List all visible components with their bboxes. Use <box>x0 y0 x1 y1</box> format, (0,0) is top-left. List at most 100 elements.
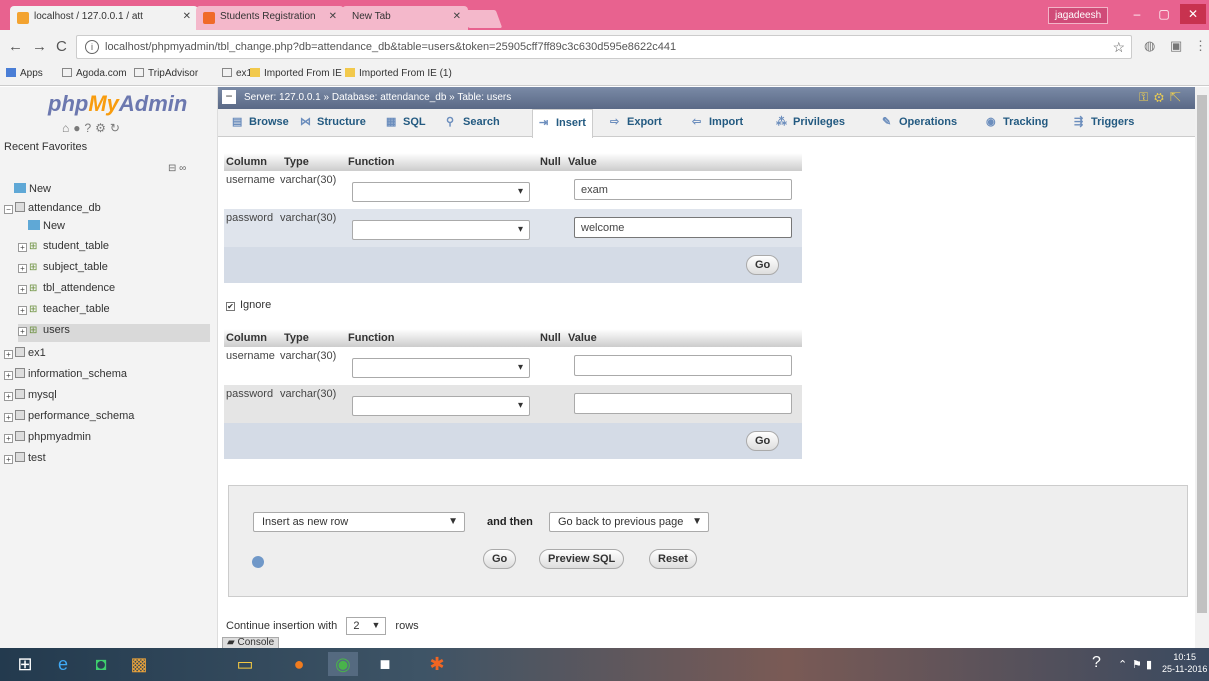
tree-item-information-schema[interactable]: + information_schema <box>4 368 127 386</box>
value-input[interactable]: welcome <box>574 217 792 238</box>
minimize-icon[interactable]: – <box>1124 4 1150 24</box>
xampp-icon[interactable]: ✱ <box>422 652 452 676</box>
insert-mode-select[interactable]: Insert as new row ▼ <box>253 512 465 532</box>
forward-arrow-icon[interactable]: → <box>32 38 47 55</box>
tree-item-student-table[interactable]: + ⊞ student_table <box>18 240 109 258</box>
function-select[interactable] <box>352 220 530 240</box>
collapse-link-icon[interactable]: ⊟ ∞ <box>168 163 186 174</box>
browser-tab-students[interactable]: Students Registration ✕ <box>196 6 344 30</box>
expand-icon[interactable]: + <box>18 327 27 336</box>
back-arrow-icon[interactable]: ← <box>8 38 23 55</box>
store-icon[interactable]: ◘ <box>86 652 116 676</box>
tree-item-test[interactable]: + test <box>4 452 46 470</box>
terminal-icon[interactable]: ■ <box>370 652 400 676</box>
expand-icon[interactable]: + <box>18 264 27 273</box>
rows-count-select[interactable]: 2 ▼ <box>346 617 387 635</box>
preview-sql-button[interactable]: Preview SQL <box>539 549 625 569</box>
phpmyadmin-logo[interactable]: phpMyAdmin <box>48 91 187 117</box>
tree-item-teacher-table[interactable]: + ⊞ teacher_table <box>18 303 110 321</box>
tab-sql[interactable]: ▦ SQL <box>386 115 426 128</box>
bookmark-imported-ie-1[interactable]: Imported From IE (1) <box>345 68 452 79</box>
bookmark-star-icon[interactable]: ☆ <box>1112 39 1125 56</box>
expand-icon[interactable]: + <box>4 392 13 401</box>
close-tab-icon[interactable]: ✕ <box>329 11 337 22</box>
browser-tab-phpmyadmin[interactable]: localhost / 127.0.0.1 / att ✕ <box>10 6 198 30</box>
expand-icon[interactable]: + <box>4 434 13 443</box>
file-explorer-icon[interactable]: ▭ <box>230 652 260 676</box>
close-tab-icon[interactable]: ✕ <box>183 11 191 22</box>
tab-browse[interactable]: ▤ Browse <box>232 115 289 128</box>
scrollbar-thumb[interactable] <box>1197 95 1207 613</box>
tab-operations[interactable]: ✎ Operations <box>882 115 957 128</box>
tree-item-phpmyadmin[interactable]: + phpmyadmin <box>4 431 91 449</box>
tab-tracking[interactable]: ◉ Tracking <box>986 115 1048 128</box>
tab-search[interactable]: ⚲ Search <box>446 115 500 128</box>
expand-icon[interactable]: + <box>4 455 13 464</box>
tray-chevron-icon[interactable]: ⌃ <box>1118 658 1127 671</box>
function-select[interactable] <box>352 182 530 202</box>
breadcrumb-table[interactable]: Table: users <box>457 92 511 103</box>
bookmark-apps[interactable]: Apps <box>6 68 43 79</box>
close-window-icon[interactable]: ✕ <box>1180 4 1206 24</box>
function-select[interactable] <box>352 396 530 416</box>
tab-export[interactable]: ⇨ Export <box>610 115 662 128</box>
tree-item-mysql[interactable]: + mysql <box>4 389 57 407</box>
help-tray-icon[interactable]: ? <box>1092 654 1101 672</box>
ignore-checkbox[interactable]: ✔ Ignore <box>226 299 271 311</box>
tab-insert[interactable]: ⇥ Insert <box>532 109 593 138</box>
network-icon[interactable]: ▮ <box>1146 658 1152 671</box>
internet-explorer-icon[interactable]: e <box>48 652 78 676</box>
info-icon[interactable]: i <box>85 40 99 54</box>
menu-kebab-icon[interactable]: ⋮ <box>1194 38 1207 54</box>
new-tab-button[interactable] <box>461 10 503 28</box>
tree-item-ex1[interactable]: + ex1 <box>4 347 46 365</box>
after-insert-select[interactable]: Go back to previous page ▼ <box>549 512 709 532</box>
browser-tab-newtab[interactable]: New Tab ✕ <box>342 6 468 30</box>
value-input[interactable] <box>574 355 792 376</box>
expand-icon[interactable]: + <box>4 350 13 359</box>
chrome-icon[interactable]: ◉ <box>328 652 358 676</box>
tab-privileges[interactable]: ⁂ Privileges <box>776 115 845 128</box>
profile-badge[interactable]: jagadeesh <box>1048 7 1109 24</box>
maximize-icon[interactable]: ▢ <box>1151 4 1177 24</box>
bookmark-ex1[interactable]: ex1 <box>222 68 252 79</box>
settings-icon[interactable]: ⚿⚙⇱ <box>1139 90 1187 105</box>
tab-structure[interactable]: ⋈ Structure <box>300 115 366 128</box>
reset-button[interactable]: Reset <box>649 549 697 569</box>
value-input[interactable] <box>574 393 792 414</box>
taskbar-clock[interactable]: 10:15 25-11-2016 <box>1162 651 1207 675</box>
cast-icon[interactable]: ▣ <box>1170 38 1182 54</box>
go-button[interactable]: Go <box>746 255 780 275</box>
function-select[interactable] <box>352 358 530 378</box>
value-input[interactable]: exam <box>574 179 792 200</box>
breadcrumb-database[interactable]: Database: attendance_db <box>332 92 447 103</box>
tab-import[interactable]: ⇦ Import <box>692 115 743 128</box>
go-button[interactable]: Go <box>746 431 780 451</box>
expand-icon[interactable]: + <box>18 306 27 315</box>
tree-item-attendance-db[interactable]: − attendance_db <box>4 202 101 220</box>
tree-item-new-db[interactable]: New <box>14 183 51 201</box>
firefox-icon[interactable]: ● <box>284 652 314 676</box>
bookmark-agoda[interactable]: Agoda.com <box>62 68 127 79</box>
bookmark-imported-ie[interactable]: Imported From IE <box>250 68 342 79</box>
windows-start-icon[interactable]: ⊞ <box>10 652 40 676</box>
nav-shortcut-icons[interactable]: ⌂●?⚙↻ <box>62 121 124 135</box>
tree-item-tbl-attendence[interactable]: + ⊞ tbl_attendence <box>18 282 115 300</box>
reload-icon[interactable]: C <box>56 38 67 55</box>
close-tab-icon[interactable]: ✕ <box>453 11 461 22</box>
recent-favorites-tabs[interactable]: Recent Favorites <box>4 141 87 153</box>
bookmark-tripadvisor[interactable]: TripAdvisor <box>134 68 198 79</box>
expand-icon[interactable]: + <box>18 243 27 252</box>
tree-item-performance-schema[interactable]: + performance_schema <box>4 410 134 428</box>
tree-item-users[interactable]: + ⊞ users <box>18 324 210 342</box>
address-bar[interactable]: i localhost/phpmyadmin/tbl_change.php?db… <box>76 35 1132 59</box>
page-scrollbar[interactable] <box>1195 87 1209 648</box>
extension-icon[interactable]: ◍ <box>1144 38 1155 54</box>
tab-triggers[interactable]: ⇶ Triggers <box>1074 115 1134 128</box>
flag-icon[interactable]: ⚑ <box>1132 658 1142 671</box>
expand-icon[interactable]: + <box>4 413 13 422</box>
expand-icon[interactable]: + <box>18 285 27 294</box>
help-icon[interactable] <box>252 556 264 568</box>
collapse-icon[interactable]: − <box>4 205 13 214</box>
tree-item-subject-table[interactable]: + ⊞ subject_table <box>18 261 108 279</box>
